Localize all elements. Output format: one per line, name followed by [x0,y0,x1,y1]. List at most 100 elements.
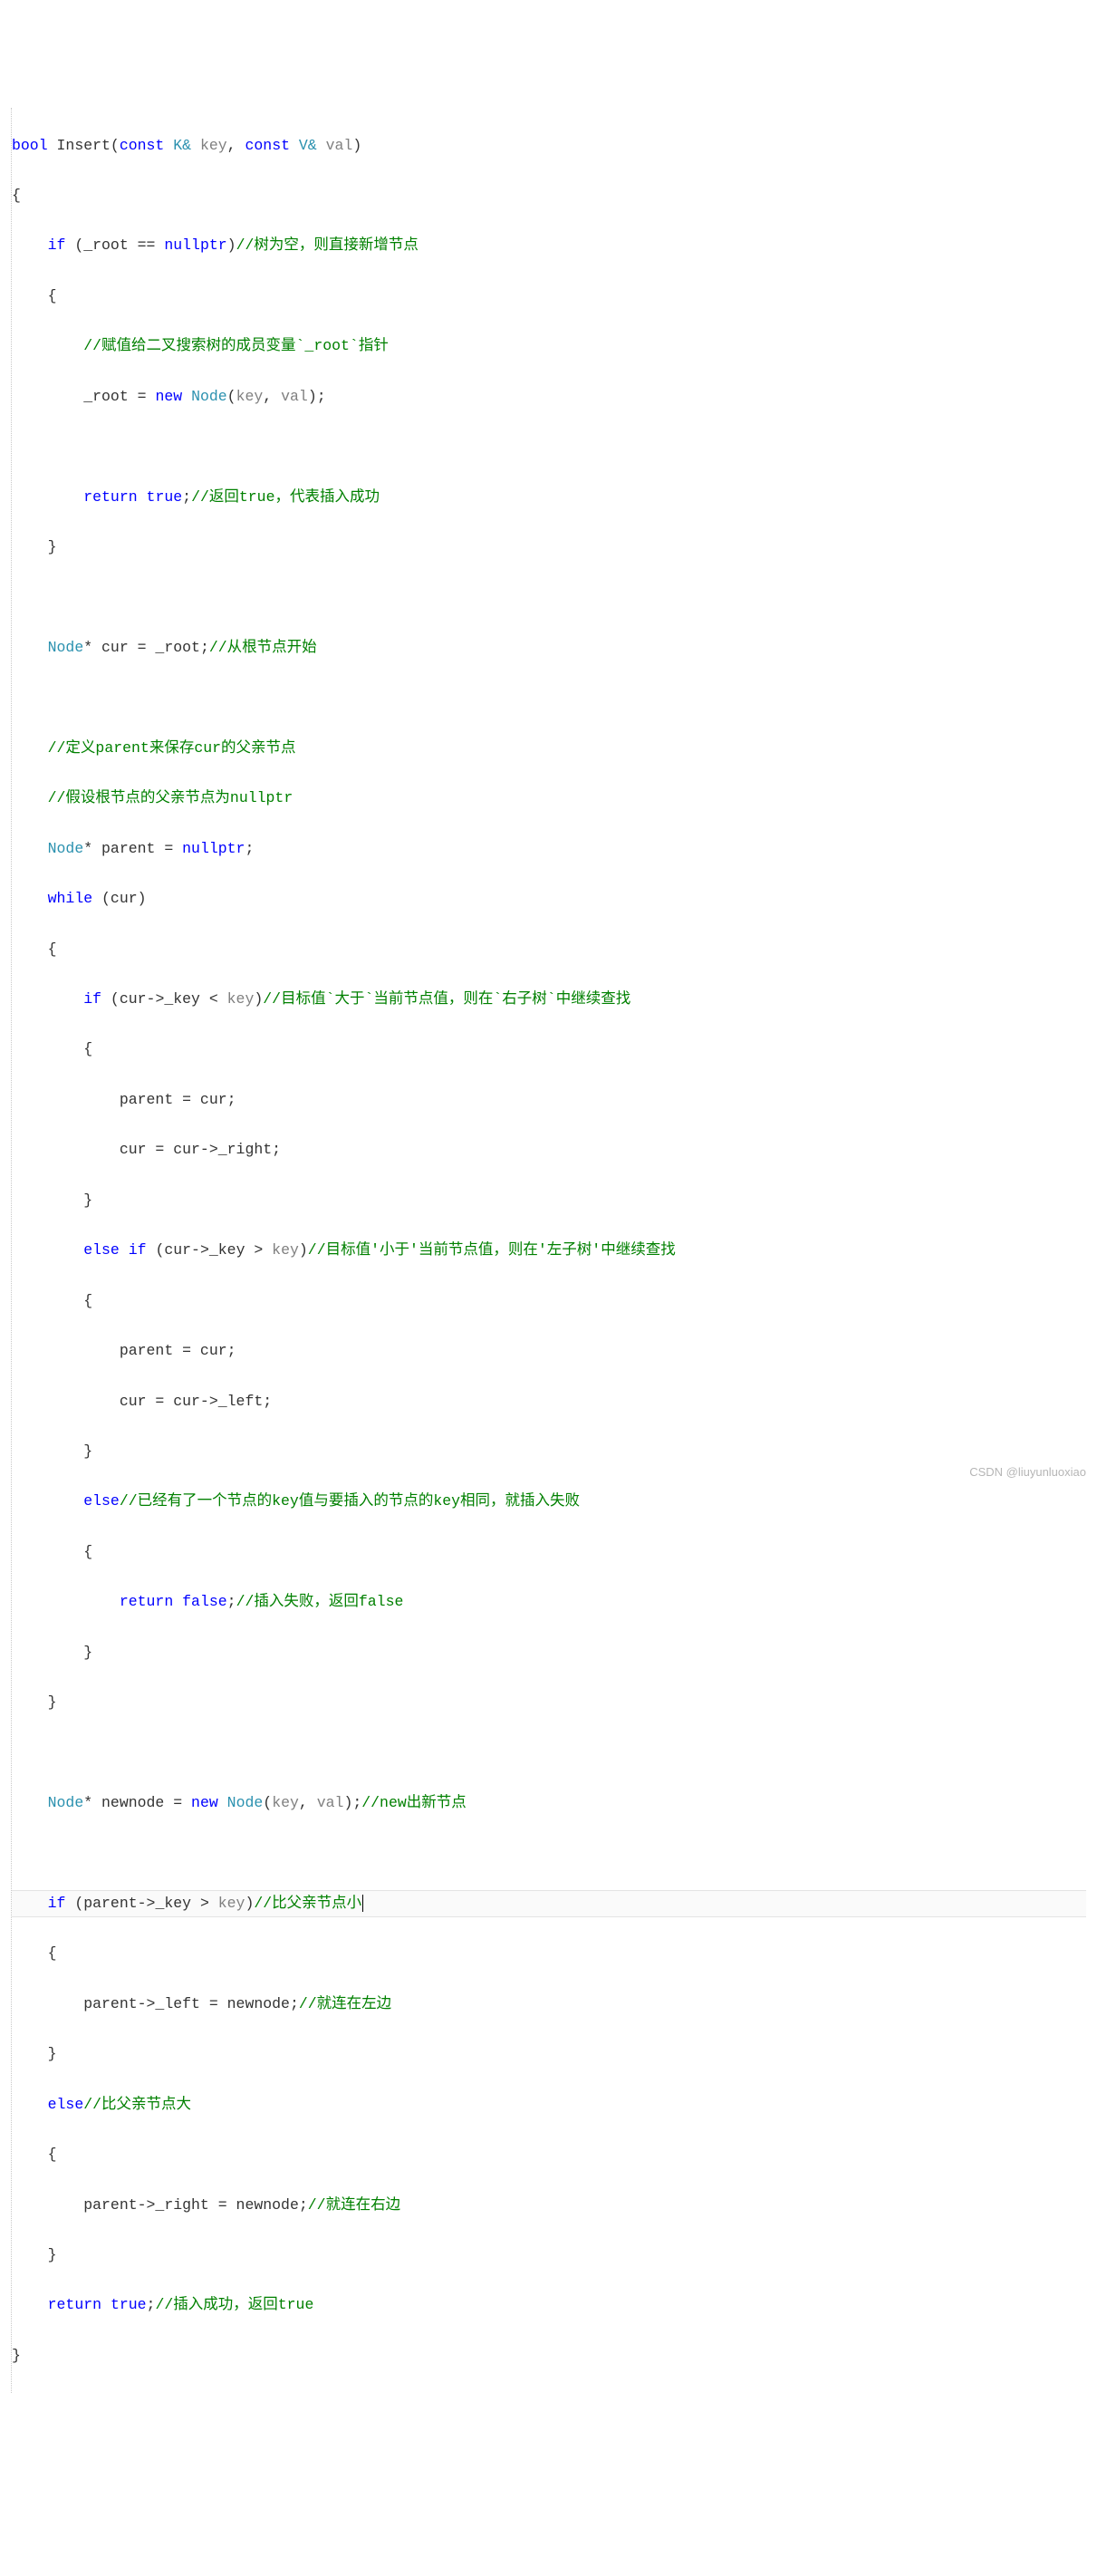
token: ); [343,1794,361,1811]
code-line-active: if (parent->_key > key)//比父亲节点小 [12,1891,1086,1916]
param-key: key [200,137,227,154]
token [182,388,191,405]
code-line: parent->_right = newnode;//就连在右边 [12,2193,1086,2218]
keyword-while: while [48,890,93,907]
keyword-return: return [48,2296,101,2313]
code-line: { [12,1941,1086,1966]
keyword-nullptr: nullptr [164,236,226,254]
keyword-else: else [48,2096,84,2113]
code-line: //定义parent来保存cur的父亲节点 [12,736,1086,761]
token: ) [299,1241,308,1259]
code-line: Node* parent = nullptr; [12,836,1086,862]
comment: //已经有了一个节点的key值与要插入的节点的key相同，就插入失败 [120,1492,580,1510]
indent [12,639,48,656]
text-cursor [362,1895,363,1912]
token: ) [227,236,236,254]
token: * parent = [83,840,182,857]
code-line: } [12,2041,1086,2067]
code-line: //假设根节点的父亲节点为nullptr [12,786,1086,811]
indent [12,1492,83,1510]
code-line: else//比父亲节点大 [12,2092,1086,2118]
token: * newnode = [83,1794,191,1811]
token: (cur->_key < [101,990,227,1008]
code-line [12,585,1086,611]
token: ( [263,1794,272,1811]
keyword-else: else [83,1241,120,1259]
code-line: return true;//插入成功，返回true [12,2292,1086,2318]
code-line: //赋值给二叉搜索树的成员变量`_root`指针 [12,333,1086,359]
keyword-new: new [155,388,182,405]
token: ) [352,137,361,154]
param-key: key [227,990,255,1008]
keyword-const: const [245,137,290,154]
code-block: bool Insert(const K& key, const V& val) … [11,108,1086,2393]
keyword-nullptr: nullptr [182,840,245,857]
code-line: { [12,1539,1086,1565]
code-line: if (_root == nullptr)//树为空，则直接新增节点 [12,233,1086,258]
code-line [12,685,1086,710]
indent [12,1241,83,1259]
indent [12,1794,48,1811]
token: parent->_left = newnode; [12,1995,299,2012]
indent [12,990,83,1008]
code-line: while (cur) [12,886,1086,912]
indent [12,1895,48,1912]
code-line: _root = new Node(key, val); [12,384,1086,410]
param-key: key [236,388,264,405]
comment: //插入成功，返回true [155,2296,313,2313]
token: ( [227,388,236,405]
token [138,488,147,506]
token [173,1593,182,1610]
type-k: K& [164,137,200,154]
param-key: key [218,1895,245,1912]
type-node: Node [48,840,84,857]
keyword-return: return [83,488,137,506]
code-line: cur = cur->_left; [12,1389,1086,1414]
token: ; [227,1593,236,1610]
param-val: val [317,1794,344,1811]
token: ) [254,990,263,1008]
code-line: return true;//返回true，代表插入成功 [12,485,1086,510]
indent [12,1593,120,1610]
keyword-new: new [191,1794,218,1811]
code-line: parent = cur; [12,1338,1086,1364]
type-node: Node [191,388,227,405]
indent [12,2296,48,2313]
comment: //new出新节点 [361,1794,467,1811]
keyword-const: const [120,137,165,154]
comment: //树为空，则直接新增节点 [236,236,419,254]
token: (cur) [92,890,146,907]
indent [12,488,83,506]
code-line: } [12,1640,1086,1665]
code-line: if (cur->_key < key)//目标值`大于`当前节点值，则在`右子… [12,987,1086,1012]
code-line: } [12,1690,1086,1715]
keyword-false: false [182,1593,227,1610]
comment: //从根节点开始 [209,639,317,656]
code-line: } [12,1188,1086,1213]
code-line: { [12,1037,1086,1062]
indent [12,2096,48,2113]
token: , [263,388,281,405]
comment: //定义parent来保存cur的父亲节点 [48,739,296,757]
comment: //就连在右边 [308,2196,400,2214]
type-v: V& [290,137,326,154]
code-line: { [12,1288,1086,1314]
comment: //赋值给二叉搜索树的成员变量`_root`指针 [83,337,389,354]
keyword-return: return [120,1593,173,1610]
token: Insert( [48,137,120,154]
code-line: bool Insert(const K& key, const V& val) [12,133,1086,159]
token: ; [147,2296,156,2313]
code-line [12,1840,1086,1866]
code-line: else if (cur->_key > key)//目标值'小于'当前节点值，… [12,1238,1086,1263]
token: * cur = _root; [83,639,209,656]
keyword-bool: bool [12,137,48,154]
indent [12,739,48,757]
param-val: val [326,137,353,154]
param-key: key [272,1241,299,1259]
keyword-if: if [48,1895,66,1912]
token: ; [182,488,191,506]
token: ; [245,840,254,857]
type-node: Node [227,1794,264,1811]
param-key: key [272,1794,299,1811]
code-line: } [12,2243,1086,2268]
